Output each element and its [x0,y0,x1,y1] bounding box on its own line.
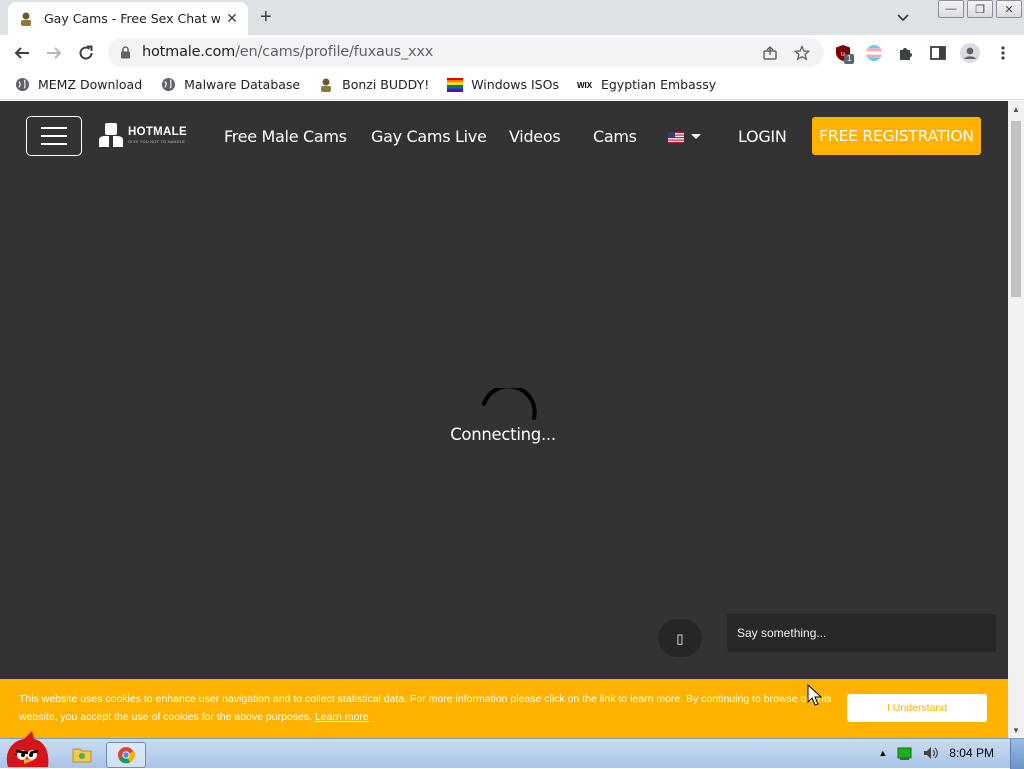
logo-text: HOTMALE GIVE YOU NOT TO HANDLE [128,126,187,144]
bookmark-star-icon[interactable] [794,45,810,61]
cookie-text: This website uses cookies to enhance use… [19,693,832,723]
site-logo[interactable]: HOTMALE GIVE YOU NOT TO HANDLE [98,122,187,148]
nav-cams[interactable]: Cams [593,127,637,146]
scroll-up-arrow-icon[interactable]: ▲ [1012,105,1020,114]
forward-arrow-icon [47,47,62,59]
restore-button[interactable]: ❐ [967,0,993,18]
new-tab-button[interactable]: + [260,7,272,27]
share-icon[interactable] [762,45,778,61]
hamburger-line [41,143,67,145]
chrome-icon [118,747,135,764]
svg-text:WIX: WIX [577,81,593,90]
nav-videos[interactable]: Videos [509,127,561,146]
bookmark-label: Egyptian Embassy [600,77,717,92]
nav-gay-cams-live[interactable]: Gay Cams Live [371,127,487,146]
globe-icon [14,77,30,93]
page-scrollbar[interactable]: ▲ ▼ [1008,101,1024,738]
network-battery-icon[interactable] [897,746,913,760]
address-bar[interactable]: hotmale.com/en/cams/profile/fuxaus_xxx [108,38,824,67]
back-button[interactable] [12,43,32,63]
tray-overflow-arrow-icon[interactable]: ▲ [878,748,887,758]
explorer-taskbar-button[interactable] [62,742,102,768]
chat-message-input[interactable] [727,614,996,652]
profile-avatar-icon[interactable] [960,43,980,63]
volume-icon[interactable] [923,746,939,760]
side-panel-icon[interactable] [929,44,947,62]
forward-button[interactable] [44,43,64,63]
hamburger-menu-button[interactable] [26,116,82,156]
connection-status: Connecting... [450,425,556,444]
page-content: HOTMALE GIVE YOU NOT TO HANDLE Free Male… [0,101,1008,738]
bookmark-egyptian-embassy[interactable]: WIX Egyptian Embassy [577,77,716,93]
globe-icon [160,77,176,93]
chrome-taskbar-button[interactable] [106,742,146,768]
cookie-message: This website uses cookies to enhance use… [19,690,839,726]
url-text[interactable]: hotmale.com/en/cams/profile/fuxaus_xxx [142,44,433,60]
bookmark-windows-isos[interactable]: Windows ISOs [447,77,559,93]
chat-icon: ▯ [676,630,684,646]
bookmark-malware-database[interactable]: Malware Database [160,77,300,93]
reload-button[interactable] [76,43,96,63]
clock[interactable]: 8:04 PM [949,746,994,760]
logo-name: HOTMALE [128,126,187,138]
cookie-accept-button[interactable]: I Understand [847,694,987,722]
tab-strip: Gay Cams - Free Sex Chat with ✕ + — ❐ ✕ [0,0,1024,35]
nav-free-male-cams[interactable]: Free Male Cams [224,127,347,146]
folder-icon [72,748,92,763]
reload-icon [79,45,93,60]
login-link[interactable]: LOGIN [738,127,787,146]
mouse-cursor-icon [807,684,823,706]
bookmark-label: Windows ISOs [471,77,559,92]
scrollbar-thumb[interactable] [1011,121,1021,297]
hamburger-line [41,135,67,137]
logo-person-icon [99,123,123,147]
logo-tagline: GIVE YOU NOT TO HANDLE [128,139,186,144]
extension-badge: 1 [844,54,855,64]
scroll-down-arrow-icon[interactable]: ▼ [1012,726,1020,735]
bookmark-label: Malware Database [184,77,301,92]
angry-bird-start-icon[interactable] [2,727,52,769]
tab-title: Gay Cams - Free Sex Chat with [44,11,220,26]
show-desktop-button[interactable] [1010,739,1024,769]
bookmark-memz-download[interactable]: MEMZ Download [14,77,142,93]
url-host: hotmale.com [142,44,236,60]
window-controls: — ❐ ✕ [935,0,1022,18]
browser-toolbar: hotmale.com/en/cams/profile/fuxaus_xxx u… [0,35,1024,70]
extensions-puzzle-icon[interactable] [897,44,915,62]
url-path: /en/cams/profile/fuxaus_xxx [235,44,434,60]
back-arrow-icon [14,47,29,59]
learn-more-link[interactable]: Learn more [315,711,369,723]
bonzi-favicon-icon [21,12,31,26]
bookmarks-bar: MEMZ Download Malware Database Bonzi BUD… [0,70,1024,100]
bookmark-bonzi-buddy[interactable]: Bonzi BUDDY! [318,77,429,93]
bookmark-label: MEMZ Download [38,77,143,92]
rainbow-flag-icon [447,77,464,93]
trans-flag-extension-icon[interactable] [865,44,883,62]
free-registration-button[interactable]: FREE REGISTRATION [812,117,981,155]
hamburger-line [41,127,67,129]
tab-close-icon[interactable]: ✕ [224,10,240,26]
close-window-button[interactable]: ✕ [996,0,1022,18]
windows-taskbar: ▲ 8:04 PM [0,731,1024,769]
browser-tab[interactable]: Gay Cams - Free Sex Chat with ✕ [8,2,248,35]
language-caret-icon[interactable] [691,134,701,139]
system-tray: ▲ 8:04 PM [878,746,994,760]
bookmark-label: Bonzi BUDDY! [342,77,430,92]
tab-search-chevron-icon[interactable] [895,9,911,25]
bonzi-icon [318,77,334,93]
chat-toggle-button[interactable]: ▯ [658,619,702,657]
cookie-consent-banner: This website uses cookies to enhance use… [0,679,1008,738]
minimize-button[interactable]: — [938,0,964,18]
wix-icon: WIX [577,77,593,93]
us-flag-icon[interactable] [668,132,684,143]
site-navbar: HOTMALE GIVE YOU NOT TO HANDLE Free Male… [0,101,1008,171]
menu-kebab-icon[interactable] [994,44,1012,62]
lock-icon[interactable] [120,46,131,59]
